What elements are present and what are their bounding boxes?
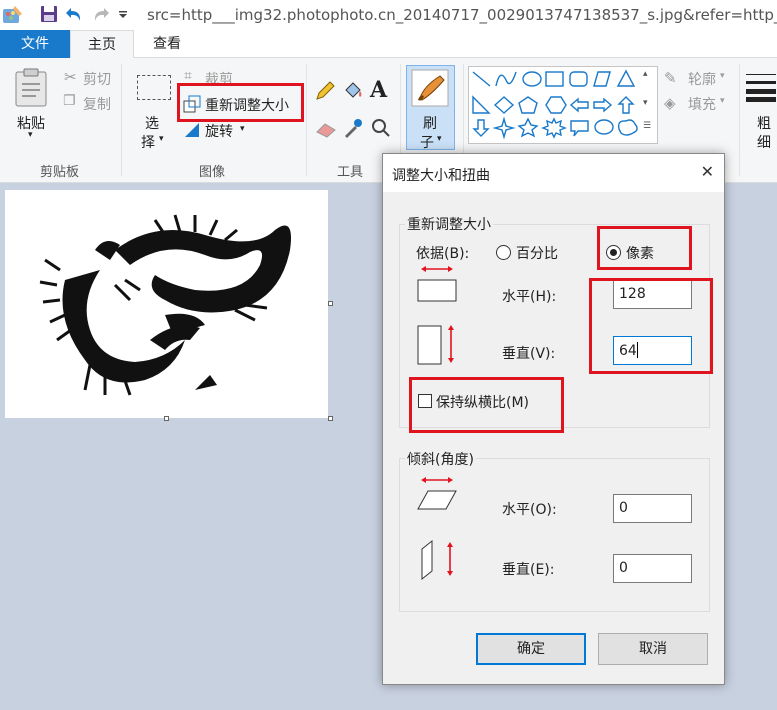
brush-label-line2: 子 [420,135,434,151]
cut-button[interactable]: 剪切 [83,69,111,89]
horizontal-input[interactable]: 128 [613,280,692,309]
rotate-button[interactable]: 旋转 [205,121,233,141]
fill-icon: ◈ [664,94,676,112]
skew-vertical-input[interactable]: 0 [613,554,692,583]
save-icon[interactable] [40,5,58,23]
horizontal-skew-icon [417,477,457,510]
vertical-label: 垂直(V): [502,346,556,362]
brush-icon [411,69,449,107]
vertical-resize-icon [417,325,454,365]
tab-view[interactable]: 查看 [134,30,200,59]
skew-vertical-label: 垂直(E): [502,562,555,578]
customize-qat-icon[interactable] [118,11,128,19]
fill-bucket-icon[interactable] [342,80,364,102]
shapes-scroll-up-icon[interactable]: ▴ [643,69,648,79]
pencil-icon[interactable] [314,80,336,102]
size-label-line2[interactable]: 细 [757,132,771,152]
skew-group-label: 倾斜(角度) [405,449,476,469]
dialog-body: 重新调整大小 依据(B): 百分比 像素 水平(H): 128 垂直(V): 6… [383,192,724,684]
ribbon-tabs: 文件 主页 查看 [0,30,777,59]
dialog-title: 调整大小和扭曲 [392,168,490,184]
select-icon[interactable] [137,75,171,100]
rotate-icon [185,123,199,137]
skew-horizontal-input[interactable]: 0 [613,494,692,523]
color-picker-icon[interactable] [343,118,363,138]
copy-icon: ❐ [63,93,76,109]
resize-handle-corner[interactable] [328,416,333,421]
text-caret [636,342,638,358]
ribbon-separator [121,64,122,176]
cut-icon: ✂ [64,68,77,86]
window-title: src=http___img32.photophoto.cn_20140717_… [147,6,777,24]
vertical-input-value: 64 [619,343,637,359]
resize-handle-right[interactable] [328,301,333,306]
pixels-label[interactable]: 像素 [626,243,654,263]
tab-file[interactable]: 文件 [0,30,70,58]
shapes-gallery-icons [472,69,638,140]
resize-button[interactable]: 重新调整大小 [205,95,289,115]
undo-icon[interactable] [64,5,84,23]
select-dropdown-icon[interactable]: ▾ [159,134,164,144]
outline-button[interactable]: 轮廓 [688,69,716,89]
percent-label[interactable]: 百分比 [516,243,558,263]
text-tool-icon[interactable]: A [370,77,387,103]
tab-home[interactable]: 主页 [70,30,134,59]
crop-icon: ⌗ [184,68,192,84]
pixels-radio[interactable] [606,245,621,260]
drawing-canvas[interactable] [5,190,333,421]
image-group-label: 图像 [199,165,226,180]
outline-dropdown-icon[interactable]: ▾ [720,71,725,81]
dragon-image [39,214,291,396]
ribbon-separator [306,64,307,176]
tools-group-label: 工具 [337,165,364,180]
resize-handle-bottom[interactable] [164,416,169,421]
vertical-skew-icon [421,539,453,581]
skew-horizontal-label: 水平(O): [502,502,557,518]
copy-button[interactable]: 复制 [83,94,111,114]
fill-button[interactable]: 填充 [688,94,716,114]
brush-label-line1: 刷 [423,116,437,132]
crop-button[interactable]: 裁剪 [205,69,233,89]
paste-icon[interactable] [14,68,48,108]
shapes-expand-icon[interactable]: ☰ [643,121,651,131]
fill-dropdown-icon[interactable]: ▾ [720,96,725,106]
select-button-line1[interactable]: 选 [145,113,159,133]
resize-skew-dialog: 调整大小和扭曲 ✕ 重新调整大小 依据(B): 百分比 像素 水平(H): 12… [382,153,725,685]
ok-button[interactable]: 确定 [476,633,586,665]
outline-icon: ✎ [664,69,677,87]
ribbon-separator [739,64,740,176]
resize-icon [183,95,201,113]
horizontal-resize-icon [417,266,457,302]
keep-aspect-ratio-checkbox[interactable] [418,394,432,408]
rotate-dropdown-icon[interactable]: ▾ [240,124,245,134]
paint-app-icon [3,6,22,23]
size-label-line1[interactable]: 粗 [757,113,771,133]
horizontal-label: 水平(H): [502,289,557,305]
shapes-scroll-down-icon[interactable]: ▾ [643,98,648,108]
vertical-input[interactable]: 64 [613,336,692,365]
keep-aspect-ratio-label[interactable]: 保持纵横比(M) [436,392,529,412]
brush-dropdown-icon[interactable]: ▾ [437,134,442,144]
by-label: 依据(B): [416,246,470,262]
magnifier-icon[interactable] [371,118,391,138]
paste-dropdown-icon[interactable]: ▾ [28,130,33,140]
clipboard-group-label: 剪贴板 [40,165,80,180]
select-button-line2[interactable]: 择 [141,132,155,152]
redo-icon[interactable] [91,5,111,23]
resize-group-label: 重新调整大小 [405,214,493,234]
percent-radio[interactable] [496,245,511,260]
close-icon[interactable]: ✕ [701,162,714,181]
cancel-button[interactable]: 取消 [598,633,708,665]
eraser-icon[interactable] [315,120,337,138]
size-icon [746,74,776,102]
title-bar: src=http___img32.photophoto.cn_20140717_… [0,0,777,30]
